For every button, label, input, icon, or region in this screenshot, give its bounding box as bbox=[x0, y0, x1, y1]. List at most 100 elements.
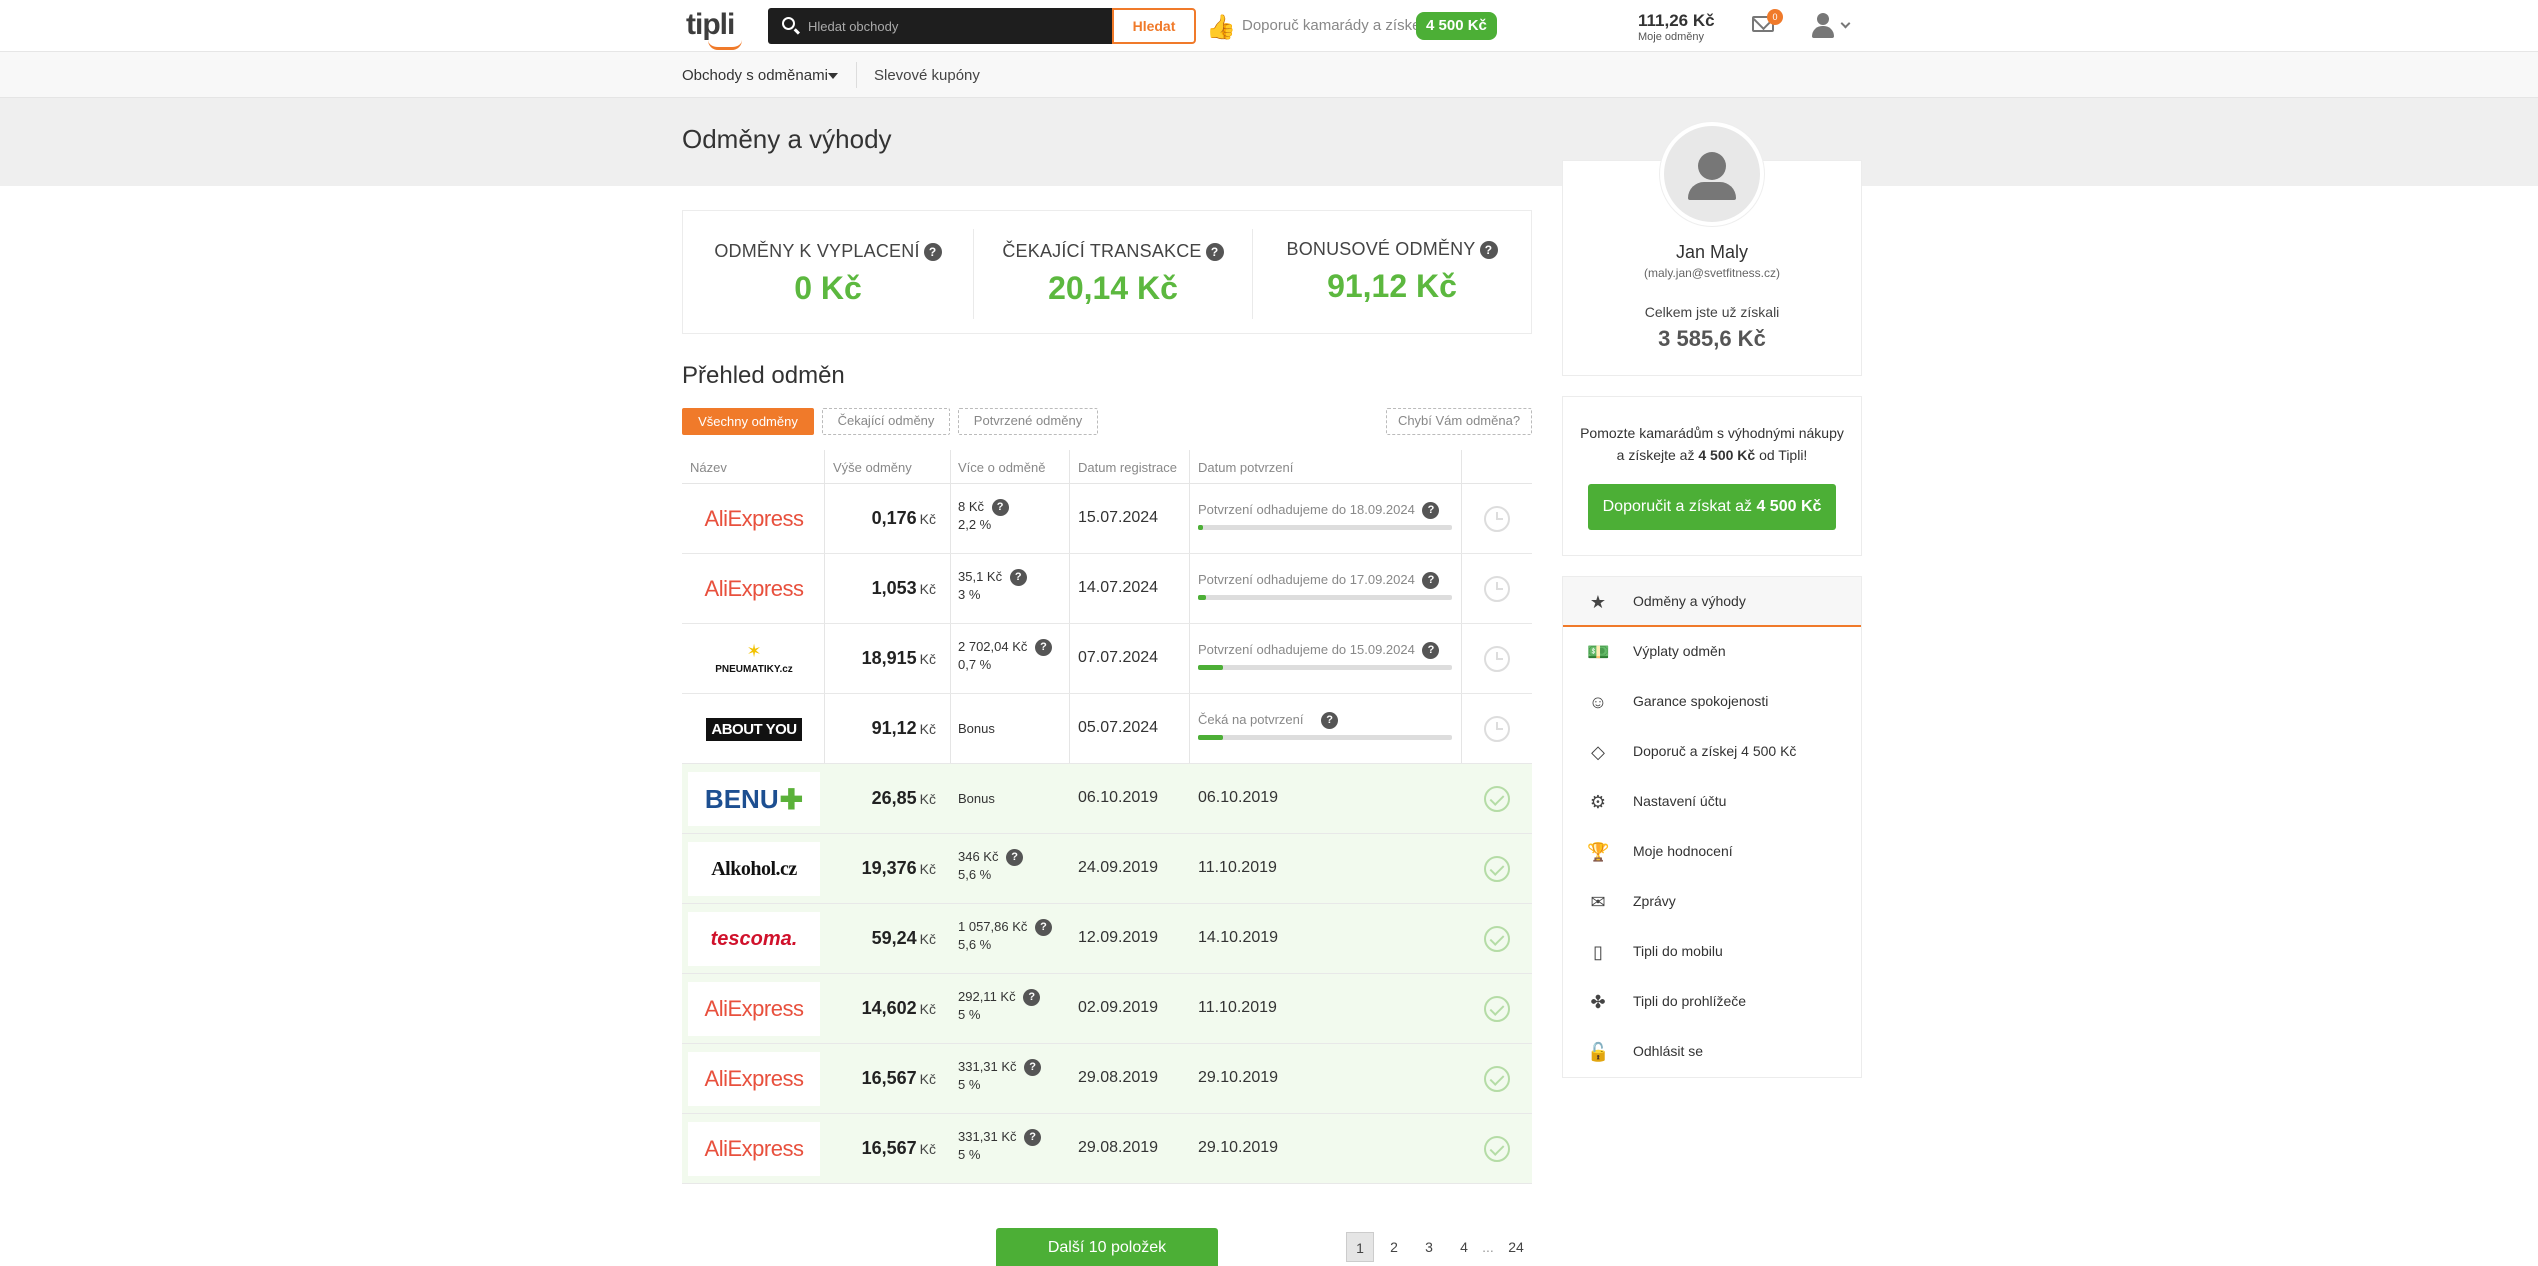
store-logo[interactable]: tescoma. bbox=[688, 912, 820, 966]
nav-coupons[interactable]: Slevové kupóny bbox=[874, 67, 980, 84]
menu-item-1[interactable]: ★ Odměny a výhody bbox=[1563, 577, 1861, 627]
user-menu-icon[interactable] bbox=[1810, 13, 1836, 39]
check-circle-icon bbox=[1484, 1136, 1510, 1162]
help-icon[interactable]: ? bbox=[1006, 849, 1024, 866]
menu-item-2[interactable]: 💵 Výplaty odměn bbox=[1563, 627, 1861, 677]
order-value: 2 702,04 Kč bbox=[958, 639, 1028, 654]
page-link-2[interactable]: 2 bbox=[1380, 1232, 1408, 1262]
confirmation-date: 06.10.2019 bbox=[1198, 789, 1279, 806]
column-header[interactable]: Název bbox=[690, 460, 727, 475]
search-button[interactable]: Hledat bbox=[1112, 8, 1196, 44]
stat-label: ČEKAJÍCÍ TRANSAKCE bbox=[1002, 241, 1202, 261]
help-icon[interactable]: ? bbox=[1009, 569, 1027, 586]
caret-down-icon[interactable] bbox=[828, 73, 838, 79]
help-icon[interactable]: ? bbox=[1024, 1059, 1042, 1076]
filter-confirmed[interactable]: Potvrzené odměny bbox=[958, 408, 1098, 435]
load-more-button[interactable]: Další 10 položek bbox=[996, 1228, 1218, 1266]
help-icon[interactable]: ? bbox=[1422, 572, 1440, 589]
store-logo[interactable]: AliExpress bbox=[688, 982, 820, 1036]
table-row: ✶ PNEUMATIKY.cz 18,915 Kč 2 702,04 Kč ? 0,7 %… bbox=[682, 624, 1532, 694]
store-logo[interactable]: AliExpress bbox=[688, 1122, 820, 1176]
recommend-badge[interactable]: 4 500 Kč bbox=[1416, 12, 1497, 40]
help-icon[interactable]: ? bbox=[1422, 502, 1440, 519]
page-link-24[interactable]: 24 bbox=[1502, 1232, 1530, 1262]
smile-icon: ☺ bbox=[1588, 692, 1608, 712]
store-logo[interactable]: ABOUT YOU bbox=[688, 702, 820, 756]
check-circle-icon bbox=[1484, 926, 1510, 952]
table-header: Název Výše odměny Více o odměně Datum re… bbox=[682, 450, 1532, 484]
store-logo-text: AliExpress bbox=[704, 1136, 804, 1161]
reward-details: 35,1 Kč ? 3 % bbox=[958, 568, 1027, 604]
page-link-3[interactable]: 3 bbox=[1415, 1232, 1443, 1262]
help-icon[interactable]: ? bbox=[1035, 919, 1053, 936]
reward-rate: 0,7 % bbox=[958, 657, 992, 672]
store-logo-text: AliExpress bbox=[704, 996, 804, 1021]
page-header-band bbox=[0, 98, 2538, 186]
help-icon[interactable]: ? bbox=[1024, 1129, 1042, 1146]
search-input[interactable] bbox=[808, 16, 1098, 36]
tipli-logo[interactable]: tipli bbox=[686, 8, 742, 50]
store-logo[interactable]: BENU ✚ bbox=[688, 772, 820, 826]
confirmation-progress bbox=[1198, 665, 1452, 670]
balance-label: Moje odměny bbox=[1638, 31, 1705, 43]
page-link-1[interactable]: 1 bbox=[1346, 1232, 1374, 1262]
thumbs-up-icon: 👍 bbox=[1206, 14, 1236, 41]
stat-value: 20,14 Kč bbox=[1048, 270, 1178, 306]
page-link-4[interactable]: 4 bbox=[1450, 1232, 1478, 1262]
balance[interactable]: 111,26 Kč Moje odměny bbox=[1638, 11, 1715, 43]
search-icon bbox=[782, 17, 795, 30]
tire-icon: ✶ bbox=[746, 641, 762, 661]
referral-button[interactable]: Doporučit a získat až 4 500 Kč bbox=[1588, 484, 1836, 530]
store-logo[interactable]: AliExpress bbox=[688, 562, 820, 616]
reward-details: 2 702,04 Kč ? 0,7 % bbox=[958, 638, 1053, 674]
column-header[interactable]: Výše odměny bbox=[833, 460, 912, 475]
total-earned-label: Celkem jste už získali bbox=[1644, 304, 1780, 320]
reward-details: 1 057,86 Kč ? 5,6 % bbox=[958, 918, 1053, 954]
clock-icon bbox=[1484, 506, 1510, 532]
stat-value: 91,12 Kč bbox=[1327, 268, 1457, 304]
store-logo-text: ABOUT YOU bbox=[706, 717, 802, 741]
menu-item-3[interactable]: ☺ Garance spokojenosti bbox=[1563, 677, 1861, 727]
store-logo[interactable]: Alkohol.cz bbox=[688, 842, 820, 896]
profile-name: Jan Maly bbox=[1675, 242, 1749, 262]
order-value: 35,1 Kč bbox=[958, 569, 1003, 584]
help-icon[interactable]: ? bbox=[1321, 712, 1339, 729]
registration-date: 29.08.2019 bbox=[1078, 1139, 1159, 1156]
balance-value: 111,26 Kč bbox=[1638, 11, 1715, 30]
menu-item-10[interactable]: 🔓 Odhlásit se bbox=[1563, 1027, 1861, 1077]
column-header[interactable]: Datum potvrzení bbox=[1198, 460, 1293, 475]
store-logo[interactable]: AliExpress bbox=[688, 492, 820, 546]
filter-pending[interactable]: Čekající odměny bbox=[822, 408, 950, 435]
registration-date: 12.09.2019 bbox=[1078, 929, 1159, 946]
help-icon[interactable]: ? bbox=[1479, 241, 1498, 259]
help-icon[interactable]: ? bbox=[923, 243, 942, 261]
confirmation-date: 29.10.2019 bbox=[1198, 1139, 1279, 1156]
store-logo[interactable]: ✶ PNEUMATIKY.cz bbox=[688, 632, 820, 686]
stat-bonus: BONUSOVÉ ODMĚNY? 91,12 Kč bbox=[1253, 211, 1531, 335]
store-logo[interactable]: AliExpress bbox=[688, 1052, 820, 1106]
help-icon[interactable]: ? bbox=[1035, 639, 1053, 656]
menu-item-label: Výplaty odměn bbox=[1633, 643, 1726, 659]
missing-reward-button[interactable]: Chybí Vám odměna? bbox=[1386, 408, 1532, 435]
nav-stores[interactable]: Obchody s odměnami bbox=[682, 67, 828, 84]
column-header[interactable]: Datum registrace bbox=[1078, 460, 1177, 475]
menu-item-7[interactable]: ✉ Zprávy bbox=[1563, 877, 1861, 927]
help-icon[interactable]: ? bbox=[1422, 642, 1440, 659]
confirmation-date: 14.10.2019 bbox=[1198, 929, 1279, 946]
order-value: 331,31 Kč bbox=[958, 1129, 1017, 1144]
help-icon[interactable]: ? bbox=[1023, 989, 1041, 1006]
filter-all[interactable]: Všechny odměny bbox=[682, 408, 814, 435]
menu-item-9[interactable]: ✤ Tipli do prohlížeče bbox=[1563, 977, 1861, 1027]
registration-date: 14.07.2024 bbox=[1078, 579, 1159, 596]
help-icon[interactable]: ? bbox=[991, 499, 1009, 516]
menu-item-6[interactable]: 🏆 Moje hodnocení bbox=[1563, 827, 1861, 877]
menu-item-label: Odhlásit se bbox=[1633, 1043, 1704, 1059]
menu-item-4[interactable]: ◇ Doporuč a získej 4 500 Kč bbox=[1563, 727, 1861, 777]
menu-item-8[interactable]: ▯ Tipli do mobilu bbox=[1563, 927, 1861, 977]
recommend-text[interactable]: Doporuč kamarády a získej bbox=[1242, 17, 1424, 34]
help-icon[interactable]: ? bbox=[1205, 243, 1224, 261]
order-value: 292,11 Kč bbox=[958, 989, 1016, 1004]
confirmation-progress bbox=[1198, 525, 1452, 530]
menu-item-label: Moje hodnocení bbox=[1633, 843, 1733, 859]
menu-item-5[interactable]: ⚙ Nastavení účtu bbox=[1563, 777, 1861, 827]
